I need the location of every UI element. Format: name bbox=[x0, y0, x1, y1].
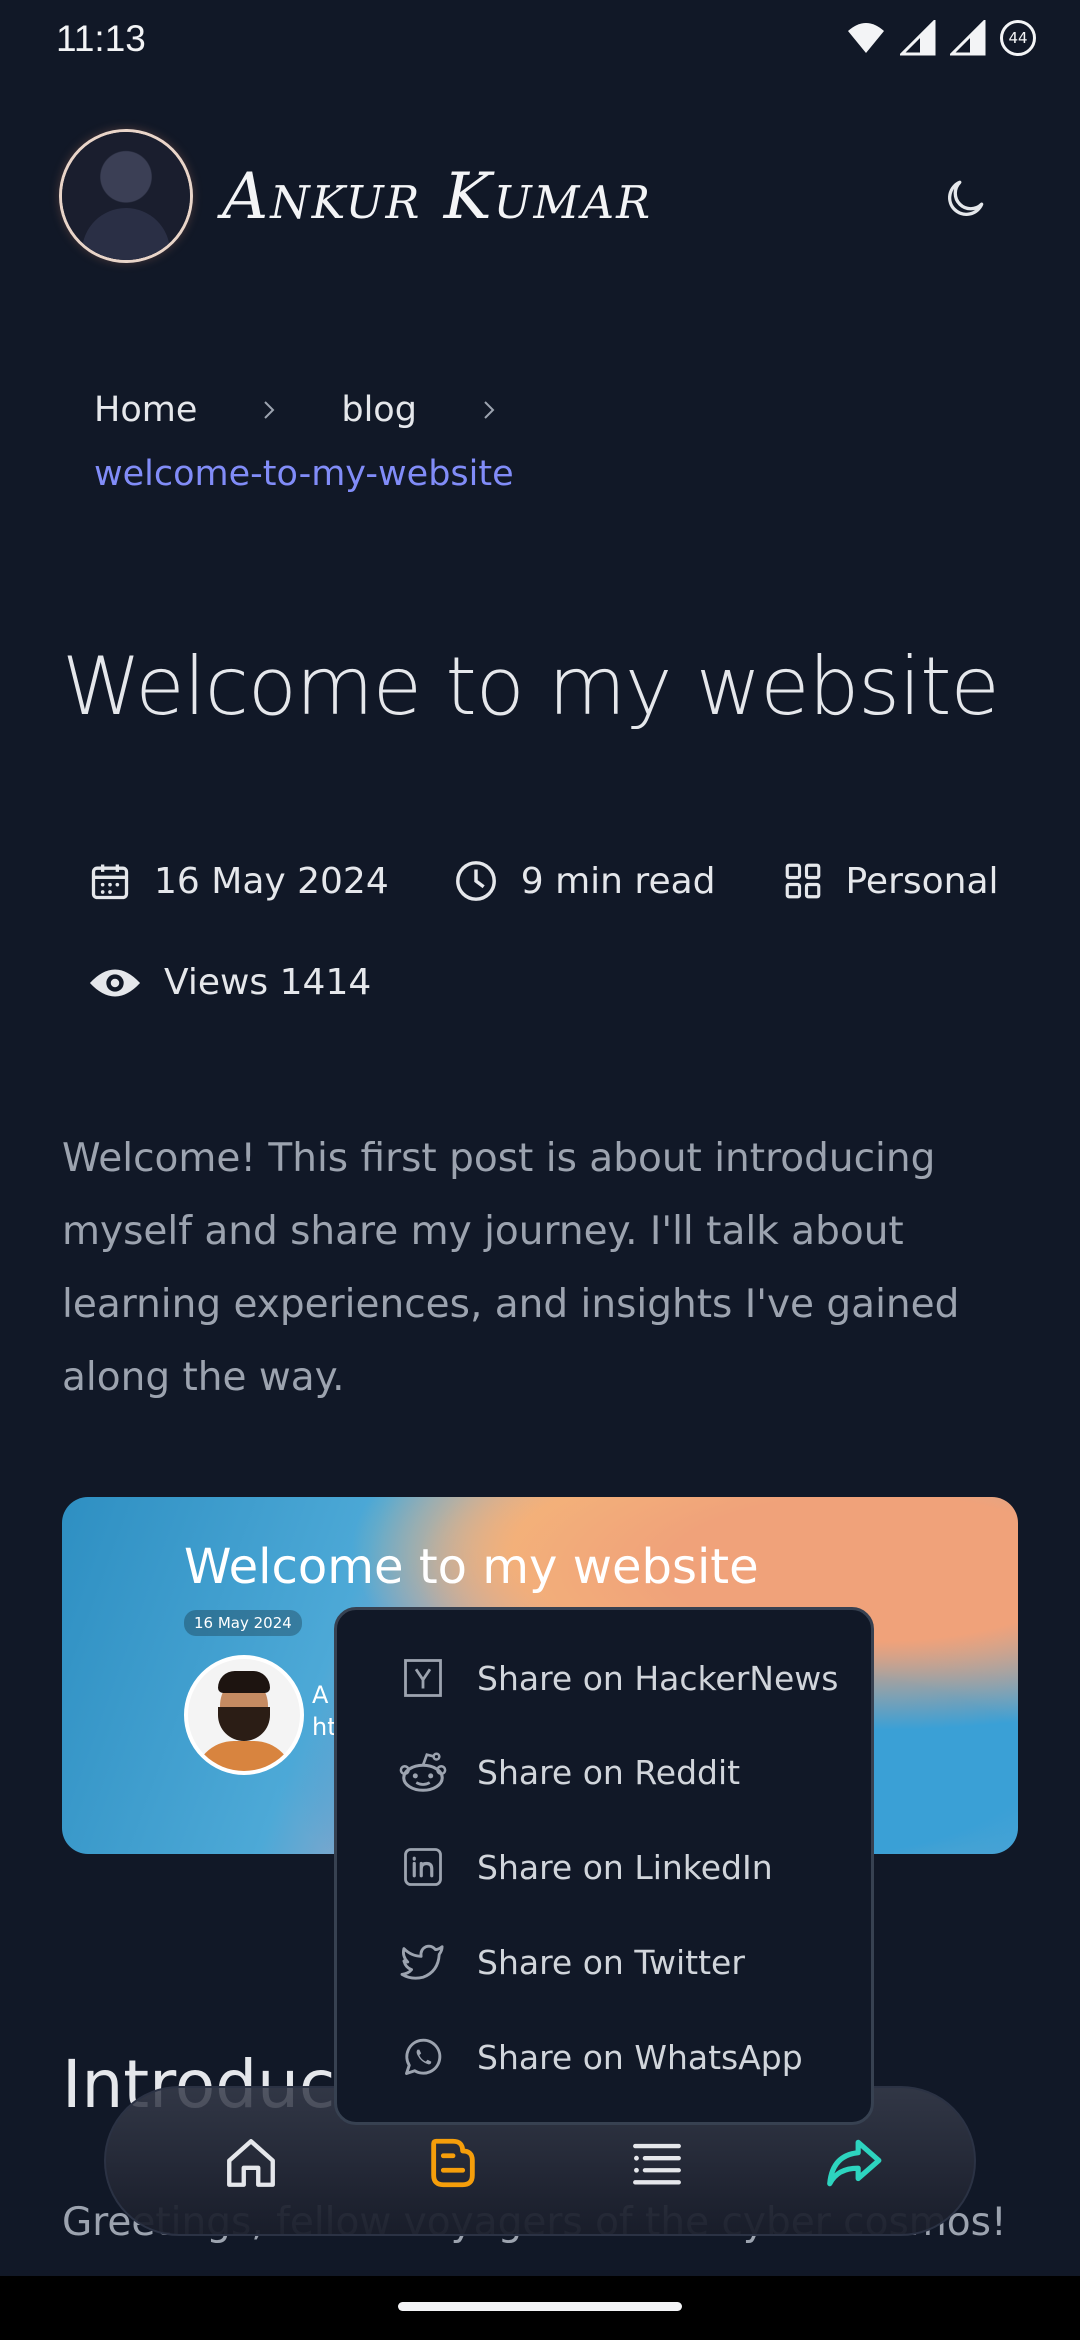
breadcrumb-home[interactable]: Home bbox=[94, 390, 197, 430]
date-text: 16 May 2024 bbox=[154, 860, 389, 902]
share-menu: Share on HackerNews Share on Reddit Shar… bbox=[334, 1607, 874, 2125]
signal-icon bbox=[900, 20, 936, 56]
post-read-time: 9 min read bbox=[453, 858, 716, 904]
calendar-icon bbox=[91, 864, 129, 900]
share-whatsapp-item[interactable]: Share on WhatsApp bbox=[397, 2027, 803, 2087]
breadcrumb: Home blog welcome-to-my-website bbox=[94, 380, 994, 494]
nav-toc-button[interactable] bbox=[622, 2128, 692, 2198]
avatar[interactable] bbox=[62, 132, 190, 260]
share-label: Share on LinkedIn bbox=[477, 1847, 773, 1887]
nav-share-button[interactable] bbox=[818, 2128, 888, 2198]
views-text: Views 1414 bbox=[164, 962, 372, 1003]
post-date: 16 May 2024 bbox=[88, 859, 389, 903]
share-label: Share on WhatsApp bbox=[477, 2037, 803, 2077]
signal-icon bbox=[950, 20, 986, 56]
reddit-icon bbox=[397, 1746, 449, 1798]
wifi-icon bbox=[848, 23, 884, 53]
home-gesture-handle[interactable] bbox=[398, 2302, 682, 2311]
share-label: Share on Twitter bbox=[477, 1942, 745, 1982]
category-icon bbox=[785, 863, 820, 899]
hero-author-name: A bbox=[312, 1681, 329, 1709]
post-intro: Welcome! This first post is about introd… bbox=[62, 1136, 960, 1400]
category-text: Personal bbox=[845, 860, 999, 902]
hero-author-text: A ht bbox=[312, 1679, 337, 1743]
hero-date: 16 May 2024 bbox=[184, 1610, 302, 1636]
nav-home-button[interactable] bbox=[216, 2128, 286, 2198]
nav-blog-button[interactable] bbox=[418, 2128, 488, 2198]
share-icon bbox=[827, 2139, 882, 2187]
status-icons: 44 bbox=[846, 20, 1036, 56]
eye-icon bbox=[89, 969, 141, 996]
share-linkedin-item[interactable]: Share on LinkedIn bbox=[397, 1837, 773, 1897]
site-header: Ankur Kumar bbox=[0, 120, 1080, 280]
home-icon bbox=[227, 2139, 275, 2187]
twitter-icon bbox=[397, 1936, 449, 1988]
hackernews-icon bbox=[397, 1652, 449, 1704]
post-title: Welcome to my website bbox=[62, 640, 1000, 733]
read-time-text: 9 min read bbox=[520, 860, 716, 902]
linkedin-icon bbox=[397, 1841, 449, 1893]
status-bar: 11:13 44 bbox=[0, 0, 1080, 80]
post-views: Views 1414 bbox=[88, 962, 371, 1003]
hero-author-link: ht bbox=[312, 1713, 337, 1741]
share-reddit-item[interactable]: Share on Reddit bbox=[397, 1742, 740, 1802]
site-title[interactable]: Ankur Kumar bbox=[222, 160, 652, 234]
battery-icon: 44 bbox=[1000, 20, 1036, 56]
share-label: Share on Reddit bbox=[477, 1752, 741, 1792]
chevron-right-icon bbox=[477, 398, 501, 422]
hero-author-photo bbox=[184, 1655, 304, 1775]
share-twitter-item[interactable]: Share on Twitter bbox=[397, 1932, 745, 1992]
post-meta: 16 May 2024 9 min read Personal bbox=[88, 858, 999, 904]
status-time: 11:13 bbox=[56, 18, 146, 59]
chevron-right-icon bbox=[257, 398, 281, 422]
battery-level: 44 bbox=[1008, 29, 1028, 47]
toc-icon bbox=[633, 2143, 681, 2185]
blog-icon bbox=[431, 2138, 475, 2188]
theme-toggle-button[interactable] bbox=[940, 174, 990, 224]
moon-icon bbox=[948, 180, 984, 216]
post-category[interactable]: Personal bbox=[782, 860, 999, 902]
breadcrumb-blog[interactable]: blog bbox=[341, 390, 417, 430]
whatsapp-icon bbox=[397, 2031, 449, 2083]
breadcrumb-current[interactable]: welcome-to-my-website bbox=[94, 454, 994, 494]
share-hackernews-item[interactable]: Share on HackerNews bbox=[397, 1648, 838, 1708]
share-label: Share on HackerNews bbox=[477, 1658, 839, 1698]
clock-icon bbox=[455, 861, 496, 901]
hero-title: Welcome to my website bbox=[184, 1539, 759, 1595]
